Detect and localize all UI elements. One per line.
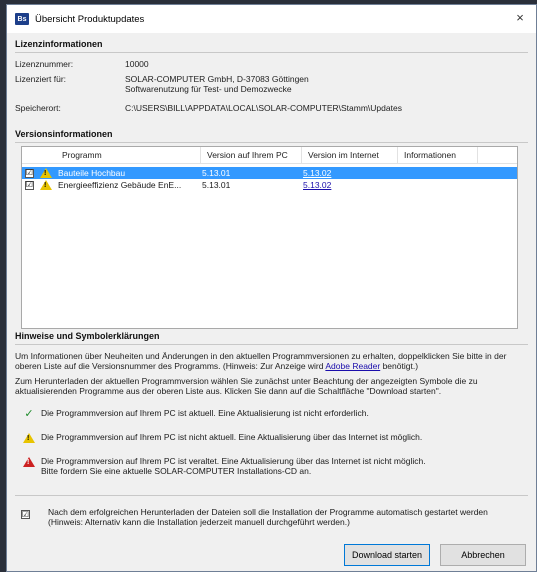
table-header: Programm Version auf Ihrem PC Version im…	[22, 147, 517, 164]
licensed-to-line1: SOLAR-COMPUTER GmbH, D-37083 Göttingen	[125, 74, 309, 84]
pc-version: 5.13.01	[202, 180, 231, 190]
row-checkbox[interactable]: ☑	[25, 180, 34, 190]
storage-path: C:\USERS\BILL\APPDATA\LOCAL\SOLAR-COMPUT…	[125, 103, 402, 113]
internet-version-link[interactable]: 5.13.02	[299, 180, 395, 190]
title-bar: Bs Übersicht Produktupdates ×	[7, 5, 536, 33]
warning-icon	[40, 180, 52, 190]
auto-install-checkbox[interactable]: ☑	[21, 510, 30, 519]
header-spacer	[22, 147, 56, 163]
checkmark-icon: ✓	[24, 408, 34, 420]
legend-warning: Die Programmversion auf Ihrem PC ist nic…	[7, 432, 536, 443]
legend-error: Die Programmversion auf Ihrem PC ist ver…	[7, 456, 536, 476]
storage-row: Speicherort: C:\USERS\BILL\APPDATA\LOCAL…	[7, 103, 536, 113]
versions-header: Versionsinformationen	[15, 129, 113, 139]
divider	[15, 495, 528, 496]
table-row[interactable]: ☑ Energieeffizienz Gebäude EnE... 5.13.0…	[22, 179, 517, 191]
dialog-window: Bs Übersicht Produktupdates × Lizenzinfo…	[6, 4, 537, 572]
program-name: Energieeffizienz Gebäude EnE...	[58, 180, 182, 190]
auto-install-text-2: (Hinweis: Alternativ kann die Installati…	[48, 517, 350, 527]
pc-version: 5.13.01	[202, 168, 231, 178]
adobe-reader-link[interactable]: Adobe Reader	[325, 361, 380, 371]
license-section: Lizenzinformationen Lizenznummer: 10000 …	[7, 35, 536, 113]
legend-error-text-2: Bitte fordern Sie eine aktuelle SOLAR-CO…	[41, 466, 312, 476]
row-checkbox[interactable]: ☑	[25, 168, 34, 178]
internet-version-link[interactable]: 5.13.02	[299, 168, 395, 178]
versions-section: Versionsinformationen	[7, 125, 536, 143]
legend-ok-text: Die Programmversion auf Ihrem PC ist akt…	[41, 408, 369, 418]
table-row[interactable]: ☑ Bauteile Hochbau 5.13.01 5.13.02	[22, 167, 517, 179]
hint-text: Um Informationen über Neuheiten und Ände…	[15, 351, 507, 371]
license-number-label: Lizenznummer:	[15, 59, 74, 69]
cancel-button[interactable]: Abbrechen	[440, 544, 526, 566]
versions-table[interactable]: Programm Version auf Ihrem PC Version im…	[21, 146, 518, 329]
hint-paragraph-2: Zum Herunterladen der aktuellen Programm…	[15, 376, 478, 396]
column-header-internet-version[interactable]: Version im Internet	[302, 147, 398, 163]
warning-icon	[40, 168, 52, 178]
column-header-program[interactable]: Programm	[56, 147, 201, 163]
auto-install-text-1: Nach dem erfolgreichen Herunterladen der…	[48, 507, 488, 517]
column-header-pc-version[interactable]: Version auf Ihrem PC	[201, 147, 302, 163]
license-number-value: 10000	[125, 59, 149, 69]
license-number-row: Lizenznummer: 10000	[7, 59, 536, 69]
error-icon	[23, 457, 35, 467]
hints-header: Hinweise und Symbolerklärungen	[15, 331, 160, 341]
licensed-to-row: Lizenziert für: SOLAR-COMPUTER GmbH, D-3…	[7, 74, 536, 94]
program-name: Bauteile Hochbau	[58, 168, 126, 178]
window-title: Übersicht Produktupdates	[35, 13, 145, 25]
legend-ok: ✓ Die Programmversion auf Ihrem PC ist a…	[7, 408, 536, 420]
storage-label: Speicherort:	[15, 103, 61, 113]
warning-icon	[23, 433, 35, 443]
auto-install-option[interactable]: ☑ Nach dem erfolgreichen Herunterladen d…	[21, 507, 488, 527]
close-button[interactable]: ×	[512, 11, 528, 25]
hints-section: Hinweise und Symbolerklärungen Um Inform…	[7, 327, 536, 476]
download-start-button[interactable]: Download starten	[344, 544, 430, 566]
hint-paragraph-1: Um Informationen über Neuheiten und Ände…	[7, 351, 536, 371]
hint-text: benötigt.)	[380, 361, 419, 371]
column-header-info[interactable]: Informationen	[398, 147, 478, 163]
licensed-to-label: Lizenziert für:	[15, 74, 67, 84]
licensed-to-line2: Softwarenutzung für Test- und Demozwecke	[125, 84, 292, 94]
legend-warning-text: Die Programmversion auf Ihrem PC ist nic…	[41, 432, 423, 442]
legend-error-text-1: Die Programmversion auf Ihrem PC ist ver…	[41, 456, 426, 466]
license-header: Lizenzinformationen	[15, 39, 103, 49]
divider	[15, 142, 528, 143]
app-logo-icon: Bs	[15, 13, 29, 25]
